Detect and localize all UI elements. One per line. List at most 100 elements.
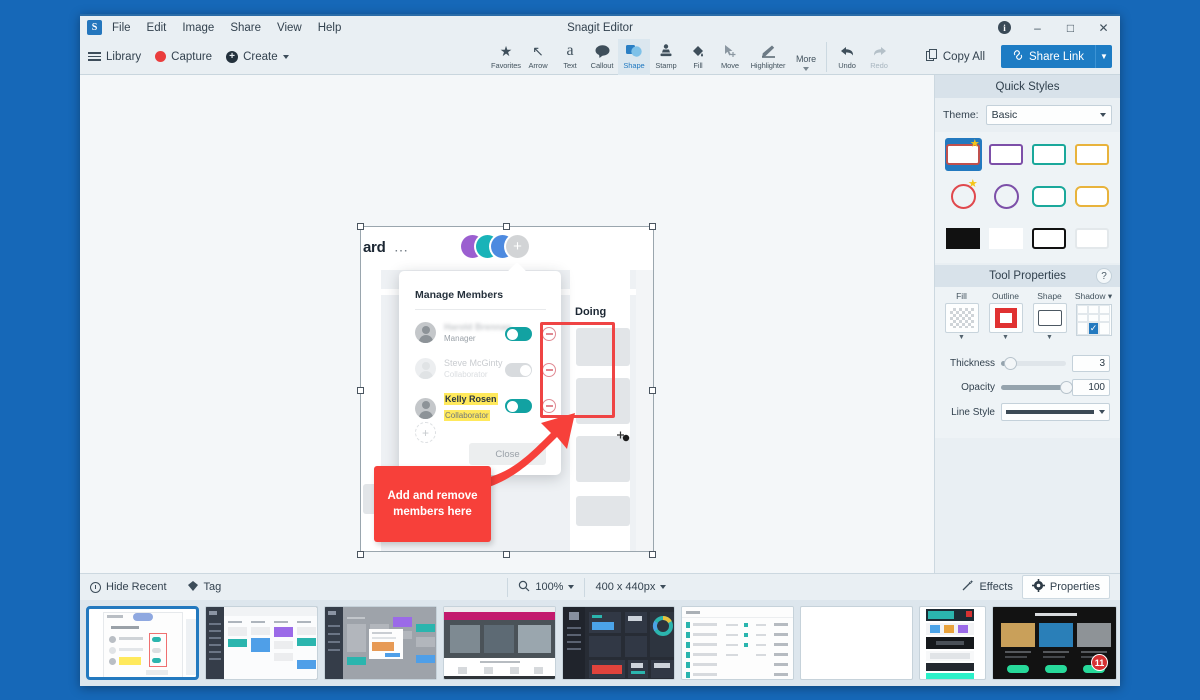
thumb-dashboard-dark[interactable] [562, 606, 675, 680]
shape-chevron-down-icon[interactable]: ▼ [1046, 335, 1053, 341]
zoom-chevron-down-icon [568, 585, 574, 589]
thumb-featured-products[interactable]: 11 [992, 606, 1117, 680]
menu-image[interactable]: Image [182, 22, 214, 34]
outline-swatch[interactable] [989, 303, 1023, 333]
tool-more[interactable]: More [790, 39, 822, 75]
tool-redo-label: Redo [870, 61, 888, 70]
hide-recent-button[interactable]: Hide Recent [80, 581, 177, 593]
shadow-cell-9[interactable] [1099, 322, 1110, 335]
opacity-value[interactable]: 100 [1072, 379, 1110, 396]
shadow-cell-5[interactable] [1088, 314, 1099, 323]
shadow-cell-1[interactable] [1077, 305, 1088, 314]
dimensions-control[interactable]: 400 x 440px [585, 581, 676, 593]
create-button[interactable]: + Create [226, 51, 289, 63]
info-button[interactable]: i [988, 16, 1021, 39]
handle-top-center[interactable] [503, 223, 510, 230]
shape-property[interactable]: Shape ▼ [1029, 291, 1070, 341]
style-circle-purple[interactable] [988, 180, 1025, 213]
fill-swatch[interactable] [945, 303, 979, 333]
minimize-button[interactable]: – [1021, 16, 1054, 39]
handle-middle-right[interactable] [649, 387, 656, 394]
shadow-cell-selected[interactable]: ✓ [1088, 322, 1099, 335]
handle-bottom-left[interactable] [357, 551, 364, 558]
style-rect-black[interactable] [1031, 222, 1068, 255]
shadow-cell-4[interactable] [1077, 314, 1088, 323]
thickness-value[interactable]: 3 [1072, 355, 1110, 372]
style-round-yellow[interactable] [1073, 180, 1110, 213]
handle-bottom-right[interactable] [649, 551, 656, 558]
handle-bottom-center[interactable] [503, 551, 510, 558]
thumb-website-hero[interactable] [443, 606, 556, 680]
style-rect-white[interactable] [1073, 222, 1110, 255]
help-icon[interactable]: ? [1096, 268, 1112, 284]
library-button[interactable]: Library [88, 51, 141, 63]
opacity-slider-knob[interactable] [1060, 381, 1073, 394]
thumb-badge-count: 11 [1091, 654, 1108, 671]
capture-button[interactable]: Capture [155, 51, 212, 63]
selection-frame: Doing ard ⋯ + [361, 227, 653, 551]
shape-swatch[interactable] [1033, 303, 1067, 333]
status-bar: Hide Recent Tag 100% 400 x 440px [80, 573, 1120, 600]
thickness-slider-knob[interactable] [1004, 357, 1017, 370]
properties-button[interactable]: Properties [1022, 575, 1110, 599]
close-button[interactable]: ✕ [1087, 16, 1120, 39]
shadow-property[interactable]: Shadow ▾ ✓ [1073, 291, 1114, 341]
shadow-cell-2[interactable] [1088, 305, 1099, 314]
menu-share[interactable]: Share [230, 22, 261, 34]
theme-select[interactable]: Basic [986, 105, 1112, 125]
zoom-control[interactable]: 100% [508, 580, 584, 595]
style-round-teal[interactable] [1031, 180, 1068, 213]
recent-captures-filmstrip[interactable]: 11 [80, 600, 1120, 686]
effects-button[interactable]: Effects [952, 576, 1021, 598]
handle-top-right[interactable] [649, 223, 656, 230]
thumb-kanban-board[interactable] [205, 606, 318, 680]
shadow-cell-3[interactable] [1099, 305, 1110, 314]
thumb-strip-small[interactable] [919, 606, 986, 680]
move-cursor-icon [723, 42, 737, 60]
tool-highlighter[interactable]: Highlighter [746, 39, 790, 75]
shadow-cell-7[interactable] [1077, 322, 1088, 335]
outline-property[interactable]: Outline ▼ [985, 291, 1026, 341]
maximize-button[interactable]: □ [1054, 16, 1087, 39]
share-link-button[interactable]: Share Link ▼ [1001, 45, 1112, 68]
tag-button[interactable]: Tag [177, 580, 232, 595]
thickness-slider[interactable] [1001, 361, 1066, 366]
thumb-manage-members[interactable] [86, 606, 199, 680]
canvas-area[interactable]: Doing ard ⋯ + [80, 75, 935, 573]
shadow-direction-grid[interactable]: ✓ [1076, 304, 1112, 336]
tool-favorites[interactable]: ★ Favorites [490, 39, 522, 75]
shadow-cell-6[interactable] [1099, 314, 1110, 323]
tool-callout[interactable]: Callout [586, 39, 618, 75]
fill-property[interactable]: Fill ▼ [941, 291, 982, 341]
redo-icon [872, 42, 887, 60]
thumb-blank[interactable] [800, 606, 913, 680]
style-rect-red[interactable]: ★ [945, 138, 982, 171]
thumb-list-table[interactable] [681, 606, 794, 680]
menu-view[interactable]: View [277, 22, 302, 34]
style-fill-white[interactable] [988, 222, 1025, 255]
style-fill-black[interactable] [945, 222, 982, 255]
tool-text[interactable]: a Text [554, 39, 586, 75]
opacity-slider[interactable] [1001, 385, 1066, 390]
style-rect-teal[interactable] [1031, 138, 1068, 171]
style-rect-yellow[interactable] [1073, 138, 1110, 171]
outline-chevron-down-icon[interactable]: ▼ [1002, 335, 1009, 341]
tool-fill[interactable]: Fill [682, 39, 714, 75]
style-rect-purple[interactable] [988, 138, 1025, 171]
style-circle-red[interactable]: ★ [945, 180, 982, 213]
tool-arrow[interactable]: ↖ Arrow [522, 39, 554, 75]
tool-undo[interactable]: Undo [831, 39, 863, 75]
fill-chevron-down-icon[interactable]: ▼ [958, 335, 965, 341]
menu-edit[interactable]: Edit [147, 22, 167, 34]
handle-top-left[interactable] [357, 223, 364, 230]
tool-shape[interactable]: Shape [618, 39, 650, 75]
thumb-kanban-modal[interactable] [324, 606, 437, 680]
copy-all-button[interactable]: Copy All [920, 45, 991, 68]
line-style-select[interactable] [1001, 403, 1110, 421]
share-link-dropdown[interactable]: ▼ [1095, 45, 1112, 68]
menu-file[interactable]: File [112, 22, 131, 34]
handle-middle-left[interactable] [357, 387, 364, 394]
tool-move[interactable]: Move [714, 39, 746, 75]
menu-help[interactable]: Help [318, 22, 342, 34]
tool-stamp[interactable]: Stamp [650, 39, 682, 75]
